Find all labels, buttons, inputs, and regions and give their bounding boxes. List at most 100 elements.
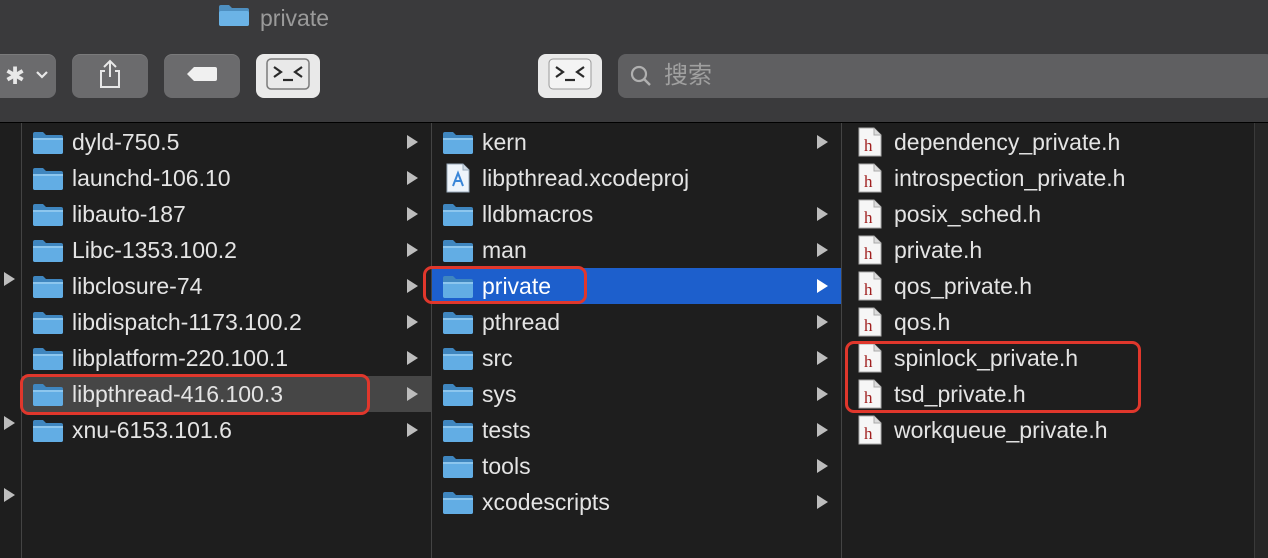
column2-folder-row[interactable]: pthread	[432, 304, 851, 340]
column2-folder-row-label: tools	[482, 452, 531, 479]
column3-file-row-label: spinlock_private.h	[894, 344, 1079, 371]
header-file-icon: h	[854, 307, 886, 337]
column3-file-row-label: workqueue_private.h	[894, 416, 1108, 443]
disclosure-arrow-icon	[817, 207, 828, 221]
action-menu-button[interactable]: ✱	[0, 54, 56, 98]
folder-icon	[442, 453, 474, 479]
column1-folder-row-label: launchd-106.10	[72, 164, 231, 191]
column3-file-row-label: posix_sched.h	[894, 200, 1042, 227]
column3-file-row[interactable]: h qos_private.h	[842, 268, 1266, 304]
column2-folder-row[interactable]: tools	[432, 448, 851, 484]
svg-text:h: h	[864, 388, 873, 407]
disclosure-arrow-icon	[407, 387, 418, 401]
folder-icon	[32, 345, 64, 371]
disclosure-arrow-icon	[4, 272, 15, 286]
column1-folder-row[interactable]: xnu-6153.101.6	[22, 412, 441, 448]
column3-file-row-label: tsd_private.h	[894, 380, 1026, 407]
header-file-icon: h	[854, 235, 886, 265]
disclosure-arrow-icon	[4, 488, 15, 502]
folder-icon	[32, 201, 64, 227]
column3-file-row[interactable]: h dependency_private.h	[842, 124, 1266, 160]
disclosure-arrow-icon	[817, 315, 828, 329]
column2-folder-row[interactable]: src	[432, 340, 851, 376]
search-icon	[630, 65, 652, 87]
svg-text:h: h	[864, 208, 873, 227]
column2-folder-row-label: xcodescripts	[482, 488, 610, 515]
column2-folder-row-label: tests	[482, 416, 531, 443]
svg-text:h: h	[864, 244, 873, 263]
column1-folder-row-label: libplatform-220.100.1	[72, 344, 289, 371]
folder-icon	[218, 3, 250, 33]
tag-icon	[185, 65, 219, 88]
column3-file-row[interactable]: h tsd_private.h	[842, 376, 1266, 412]
column2-project-row-label: libpthread.xcodeproj	[482, 164, 690, 191]
svg-text:h: h	[864, 136, 873, 155]
column2-folder-row[interactable]: lldbmacros	[432, 196, 851, 232]
column1-folder-row[interactable]: libpthread-416.100.3	[22, 376, 441, 412]
folder-icon	[442, 345, 474, 371]
folder-icon	[32, 273, 64, 299]
column3-file-row[interactable]: h qos.h	[842, 304, 1266, 340]
folder-icon	[32, 129, 64, 155]
chevron-down-icon	[35, 67, 49, 85]
window-title: private	[218, 4, 329, 32]
header-file-icon: h	[854, 343, 886, 373]
folder-icon	[442, 129, 474, 155]
column2-folder-row[interactable]: kern	[432, 124, 851, 160]
tags-button[interactable]	[164, 54, 240, 98]
disclosure-arrow-icon	[817, 243, 828, 257]
column1-folder-row[interactable]: libplatform-220.100.1	[22, 340, 441, 376]
svg-text:h: h	[864, 280, 873, 299]
column2-project-row[interactable]: libpthread.xcodeproj	[432, 160, 851, 196]
column1-folder-row[interactable]: dyld-750.5	[22, 124, 441, 160]
svg-text:h: h	[864, 424, 873, 443]
folder-icon	[442, 201, 474, 227]
column3-file-row[interactable]: h workqueue_private.h	[842, 412, 1266, 448]
folder-icon	[442, 489, 474, 515]
column2-folder-row[interactable]: man	[432, 232, 851, 268]
svg-text:h: h	[864, 172, 873, 191]
column2-folder-row[interactable]: xcodescripts	[432, 484, 851, 520]
gear-icon: ✱	[4, 62, 26, 90]
column3-file-row-label: qos_private.h	[894, 272, 1033, 299]
column2-folder-row-label: src	[482, 344, 513, 371]
disclosure-arrow-icon	[4, 416, 15, 430]
search-input[interactable]	[662, 61, 1226, 91]
disclosure-arrow-icon	[817, 495, 828, 509]
column1-folder-row[interactable]: libdispatch-1173.100.2	[22, 304, 441, 340]
xcode-project-icon	[442, 163, 474, 193]
folder-icon	[32, 417, 64, 443]
column3-file-row[interactable]: h posix_sched.h	[842, 196, 1266, 232]
disclosure-arrow-icon	[817, 387, 828, 401]
search-field[interactable]	[618, 54, 1268, 98]
disclosure-arrow-icon	[407, 315, 418, 329]
vertical-scrollbar[interactable]	[1254, 123, 1268, 558]
column1-folder-row[interactable]: launchd-106.10	[22, 160, 441, 196]
column1-folder-row-label: libclosure-74	[72, 272, 203, 299]
column-1: dyld-750.5 launchd-106.10 libauto-187 Libc-…	[22, 123, 441, 558]
disclosure-arrow-icon	[817, 423, 828, 437]
disclosure-arrow-icon	[817, 351, 828, 365]
column3-file-row[interactable]: h spinlock_private.h	[842, 340, 1266, 376]
column1-folder-row[interactable]: libauto-187	[22, 196, 441, 232]
share-button[interactable]	[72, 54, 148, 98]
column1-folder-row-label: libdispatch-1173.100.2	[72, 308, 302, 335]
disclosure-arrow-icon	[817, 279, 828, 293]
column3-file-row[interactable]: h private.h	[842, 232, 1266, 268]
column1-folder-row[interactable]: libclosure-74	[22, 268, 441, 304]
column-2: kern libpthread.xcodeproj lldbmacros man pri…	[432, 123, 851, 558]
disclosure-arrow-icon	[407, 171, 418, 185]
svg-text:h: h	[864, 352, 873, 371]
disclosure-arrow-icon	[407, 207, 418, 221]
folder-icon	[442, 273, 474, 299]
disclosure-arrow-icon	[407, 423, 418, 437]
column-3: h dependency_private.h h introspection_priv…	[842, 123, 1254, 558]
column3-file-row[interactable]: h introspection_private.h	[842, 160, 1266, 196]
terminal-shortcut-button[interactable]	[538, 54, 602, 98]
header-file-icon: h	[854, 127, 886, 157]
column2-folder-row[interactable]: sys	[432, 376, 851, 412]
column2-folder-row[interactable]: private	[432, 268, 851, 304]
column2-folder-row[interactable]: tests	[432, 412, 851, 448]
terminal-button[interactable]	[256, 54, 320, 98]
column1-folder-row[interactable]: Libc-1353.100.2	[22, 232, 441, 268]
